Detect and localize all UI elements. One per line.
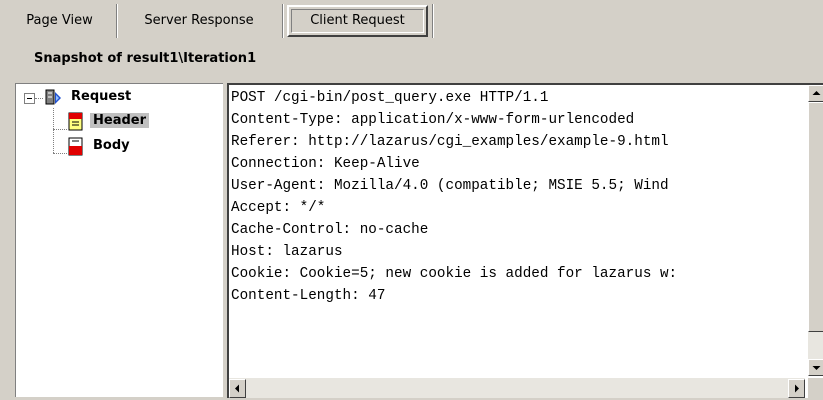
scroll-left-button[interactable] [229,379,246,398]
tab-client-request-label: Client Request [291,9,424,33]
tab-separator [116,4,118,38]
document-icon [66,112,86,132]
request-line: Cookie: Cookie=5; new cookie is added fo… [231,266,678,282]
arrow-right-icon [795,384,799,393]
horizontal-scrollbar[interactable] [229,378,805,398]
tree-connector [35,98,43,99]
tab-page-view[interactable]: Page View [12,5,107,37]
snapshot-title: Snapshot of result1\Iteration1 [34,51,257,66]
request-text-area[interactable]: POST /cgi-bin/post_query.exe HTTP/1.1 Co… [229,85,805,376]
arrow-down-icon [812,366,821,370]
request-line: Host: lazarus [231,244,343,260]
request-line: POST /cgi-bin/post_query.exe HTTP/1.1 [231,90,549,106]
request-tree: Request Header Body [15,83,223,397]
tree-item-request-label: Request [71,89,132,104]
request-line: Referer: http://lazarus/cgi_examples/exa… [231,134,669,150]
vertical-scroll-thumb[interactable] [808,102,823,332]
tree-connector [53,108,54,153]
tab-bar: Page View Server Response Client Request [0,0,823,42]
document-icon [66,137,86,157]
tab-separator [432,4,434,38]
tab-client-request[interactable]: Client Request [287,5,428,37]
request-line: Content-Type: application/x-www-form-url… [231,112,635,128]
request-content-panel: POST /cgi-bin/post_query.exe HTTP/1.1 Co… [227,83,823,398]
tab-server-response[interactable]: Server Response [124,5,274,37]
tab-separator [282,4,284,38]
request-line: Accept: */* [231,200,326,216]
tree-connector [53,153,67,154]
arrow-up-icon [812,91,821,95]
scrollbar-corner [808,378,823,398]
scroll-right-button[interactable] [788,379,805,398]
request-line: Cache-Control: no-cache [231,222,429,238]
request-line: Connection: Keep-Alive [231,156,420,172]
tree-item-header-label: Header [90,113,150,128]
request-line: Content-Length: 47 [231,288,386,304]
scroll-down-button[interactable] [808,359,823,376]
arrow-left-icon [235,384,239,393]
request-line: User-Agent: Mozilla/4.0 (compatible; MSI… [231,178,669,194]
vertical-scrollbar[interactable] [808,85,823,376]
tree-item-body-label: Body [93,138,130,153]
request-icon [44,88,64,108]
collapse-toggle-icon[interactable] [24,93,35,104]
scroll-up-button[interactable] [808,85,823,102]
tree-connector [53,129,67,130]
